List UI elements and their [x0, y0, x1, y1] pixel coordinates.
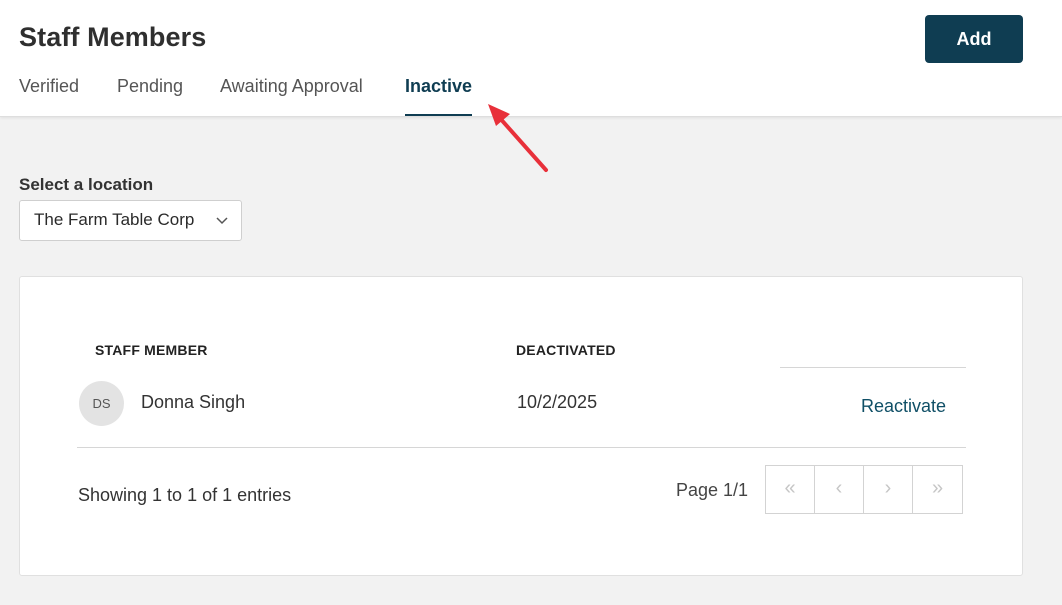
- tab-pending[interactable]: Pending: [117, 76, 183, 116]
- column-header-deactivated: DEACTIVATED: [516, 342, 616, 358]
- chevron-down-icon: [216, 217, 228, 225]
- location-select[interactable]: The Farm Table Corp: [19, 200, 242, 241]
- row-divider: [77, 447, 966, 448]
- column-header-staff-member: STAFF MEMBER: [95, 342, 208, 358]
- previous-page-icon[interactable]: ‹: [815, 466, 864, 513]
- avatar: DS: [79, 381, 124, 426]
- reactivate-link[interactable]: Reactivate: [861, 396, 946, 417]
- header-divider: [780, 367, 966, 368]
- page-title: Staff Members: [19, 22, 207, 52]
- page-indicator: Page 1/1: [676, 480, 749, 500]
- staff-table-card: STAFF MEMBER DEACTIVATED DS Donna Singh …: [19, 276, 1023, 576]
- location-select-value: The Farm Table Corp: [34, 210, 195, 229]
- next-page-icon[interactable]: ›: [864, 466, 913, 513]
- annotation-arrow: [488, 104, 548, 172]
- tab-verified[interactable]: Verified: [19, 76, 79, 116]
- staff-name: Donna Singh: [141, 392, 246, 412]
- last-page-icon[interactable]: »: [913, 466, 962, 513]
- tab-inactive[interactable]: Inactive: [405, 76, 473, 116]
- tab-awaiting-approval[interactable]: Awaiting Approval: [220, 76, 363, 116]
- deactivated-date: 10/2/2025: [517, 392, 598, 412]
- entries-count: Showing 1 to 1 of 1 entries: [78, 485, 292, 505]
- first-page-icon[interactable]: «: [766, 466, 815, 513]
- add-button[interactable]: Add: [925, 15, 1023, 63]
- pagination: « ‹ › »: [765, 465, 963, 514]
- location-label: Select a location: [19, 175, 154, 194]
